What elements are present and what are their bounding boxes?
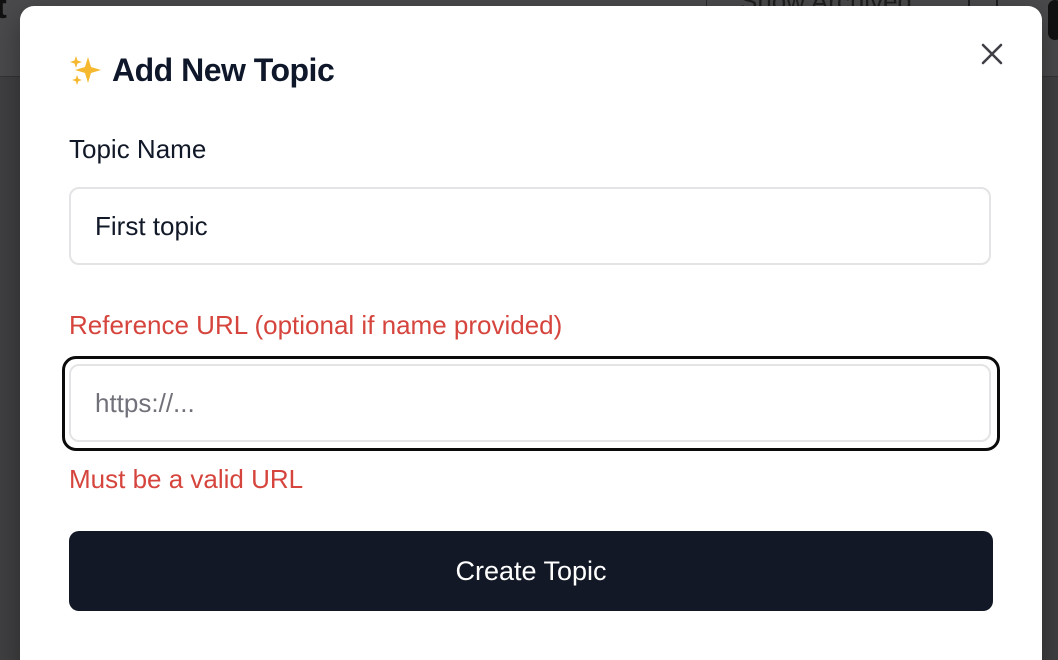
reference-url-input[interactable] [95, 366, 965, 440]
create-topic-button[interactable]: Create Topic [69, 531, 993, 611]
sparkles-icon [68, 53, 104, 89]
topic-name-field[interactable] [69, 187, 991, 265]
modal-title: Add New Topic [68, 52, 335, 89]
reference-url-field[interactable] [69, 364, 991, 442]
close-icon [980, 42, 1004, 71]
background-title: it [0, 0, 7, 26]
reference-url-error: Must be a valid URL [69, 464, 304, 494]
reference-url-label: Reference URL (optional if name provided… [69, 310, 563, 340]
modal-title-text: Add New Topic [112, 52, 335, 88]
topic-name-input[interactable] [95, 189, 965, 263]
background-edge-button [1048, 0, 1058, 40]
topic-name-label: Topic Name [69, 134, 207, 164]
close-button[interactable] [976, 40, 1008, 72]
add-topic-modal: Add New Topic Topic Name Reference URL (… [20, 6, 1042, 660]
